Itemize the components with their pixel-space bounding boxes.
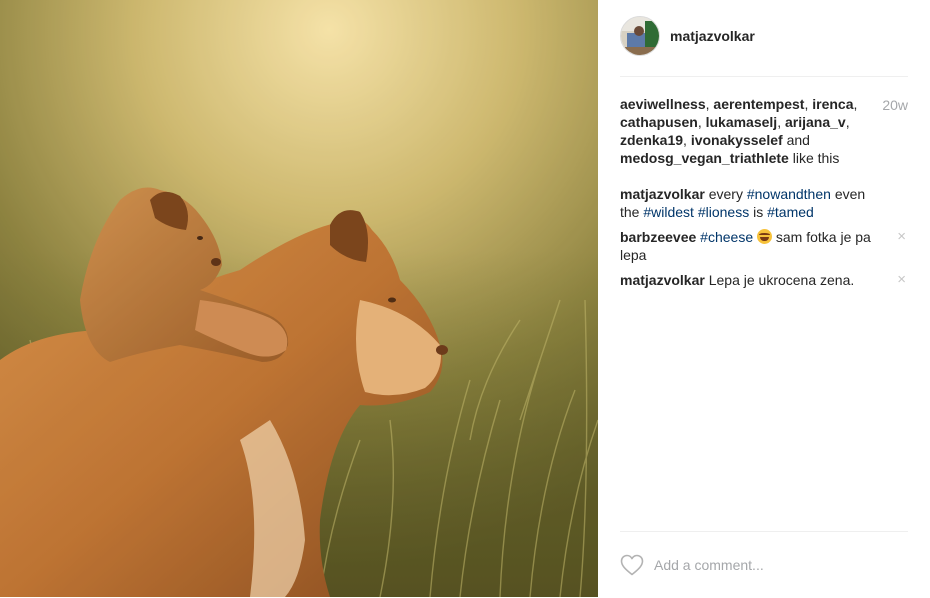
- caption: matjazvolkar every #nowandthen even the …: [620, 185, 908, 221]
- username-link[interactable]: matjazvolkar: [670, 28, 755, 44]
- caption-text: is: [753, 204, 764, 220]
- like-user-link[interactable]: aerentempest: [713, 96, 804, 112]
- like-user-link[interactable]: medosg_vegan_triathlete: [620, 150, 789, 166]
- like-user-link[interactable]: aeviwellness: [620, 96, 706, 112]
- avatar-image: [621, 17, 659, 55]
- delete-comment-button[interactable]: ×: [897, 271, 906, 289]
- post-details: aeviwellness, aerentempest, irenca, cath…: [620, 95, 908, 296]
- hashtag-link[interactable]: #lioness: [698, 204, 749, 220]
- like-user-link[interactable]: ivonakysselef: [691, 132, 783, 148]
- caption-text: every: [708, 186, 743, 202]
- post-header: matjazvolkar: [620, 14, 908, 77]
- lioness-and-cub-photo: [0, 0, 598, 597]
- comment-bar: [620, 531, 908, 598]
- likes-suffix: like this: [792, 150, 840, 166]
- like-user-link[interactable]: cathapusen: [620, 114, 698, 130]
- like-user-link[interactable]: arijana_v: [785, 114, 846, 130]
- comment-list: matjazvolkar every #nowandthen even the …: [620, 185, 908, 289]
- likes-and-text: and: [786, 132, 810, 148]
- comment-username[interactable]: matjazvolkar: [620, 272, 705, 288]
- add-comment-input[interactable]: [654, 552, 904, 578]
- hashtag-link[interactable]: #nowandthen: [747, 186, 831, 202]
- post-timestamp[interactable]: 20w: [882, 96, 908, 114]
- comment-username[interactable]: matjazvolkar: [620, 186, 705, 202]
- delete-comment-button[interactable]: ×: [897, 228, 906, 246]
- like-heart-icon[interactable]: [620, 554, 644, 576]
- comment-text: Lepa je ukrocena zena.: [708, 272, 855, 288]
- hashtag-link[interactable]: #wildest: [643, 204, 694, 220]
- hashtag-link[interactable]: #tamed: [767, 204, 814, 220]
- post-side-panel: matjazvolkar aeviwellness, aerentempest,…: [598, 0, 930, 597]
- comment-item: barbzeevee #cheese sam fotka je pa lepa …: [620, 228, 908, 264]
- avatar[interactable]: [620, 16, 660, 56]
- post-photo[interactable]: [0, 0, 598, 597]
- laughing-emoji-icon: [757, 229, 772, 244]
- likes-summary: aeviwellness, aerentempest, irenca, cath…: [620, 96, 908, 166]
- like-user-link[interactable]: irenca: [812, 96, 853, 112]
- like-user-link[interactable]: lukamaselj: [706, 114, 778, 130]
- like-user-link[interactable]: zdenka19: [620, 132, 683, 148]
- comment-item: matjazvolkar Lepa je ukrocena zena. ×: [620, 271, 908, 289]
- comment-username[interactable]: barbzeevee: [620, 229, 696, 245]
- post-modal: matjazvolkar aeviwellness, aerentempest,…: [0, 0, 930, 597]
- hashtag-link[interactable]: #cheese: [700, 229, 753, 245]
